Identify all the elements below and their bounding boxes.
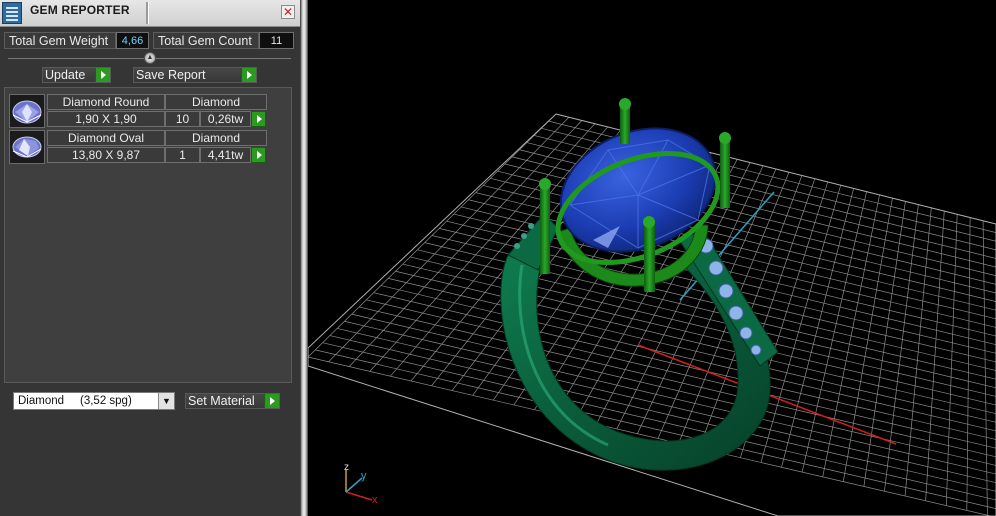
gem-material: Diamond — [165, 94, 267, 110]
material-select-value: Diamond (3,52 spg) — [18, 395, 132, 407]
collapse-toggle-icon[interactable]: ▲ — [144, 52, 156, 64]
save-report-button-label: Save Report — [136, 68, 206, 82]
gem-count: 10 — [165, 111, 200, 127]
update-button[interactable]: Update — [42, 67, 111, 83]
gem-weight: 4,41tw — [200, 147, 251, 163]
save-report-button[interactable]: Save Report — [133, 67, 257, 83]
axis-indicator: z y x — [344, 462, 378, 506]
gem-row[interactable]: Diamond Oval Diamond 13,80 X 9,87 1 4,41… — [9, 130, 269, 164]
gem-select-play-icon[interactable] — [251, 111, 266, 127]
gem-size: 13,80 X 9,87 — [47, 147, 165, 163]
gem-name: Diamond Oval — [47, 130, 165, 146]
update-button-label: Update — [45, 68, 86, 82]
title-separator — [146, 2, 149, 24]
axis-y-label: y — [361, 470, 367, 482]
oval-gem-icon — [9, 130, 45, 164]
gem-name: Diamond Round — [47, 94, 165, 110]
total-gem-count-label: Total Gem Count — [153, 32, 259, 49]
update-play-icon — [95, 68, 110, 82]
gem-size: 1,90 X 1,90 — [47, 111, 165, 127]
ring-model[interactable] — [500, 98, 779, 471]
gem-material: Diamond — [165, 130, 267, 146]
round-gem-icon — [9, 94, 45, 128]
gem-reporter-app-icon — [2, 2, 22, 24]
window-title: GEM REPORTER — [30, 3, 130, 17]
3d-viewport[interactable]: z y x — [308, 0, 996, 516]
close-icon[interactable]: ✕ — [281, 5, 295, 19]
save-report-play-icon — [241, 68, 256, 82]
total-gem-weight-label: Total Gem Weight — [4, 32, 116, 49]
total-gem-weight-value: 4,66 — [116, 32, 149, 49]
gem-count: 1 — [165, 147, 200, 163]
gem-reporter-panel: GEM REPORTER ✕ Total Gem Weight 4,66 Tot… — [0, 0, 300, 516]
title-bar[interactable]: GEM REPORTER ✕ — [0, 0, 300, 27]
set-material-button[interactable]: Set Material — [185, 393, 280, 409]
axis-z-label: z — [344, 462, 349, 473]
panel-divider[interactable] — [300, 0, 308, 516]
set-material-play-icon — [264, 394, 279, 408]
gem-weight: 0,26tw — [200, 111, 251, 127]
chevron-down-icon[interactable]: ▼ — [158, 393, 174, 409]
gem-select-play-icon[interactable] — [251, 147, 266, 163]
axis-x-label: x — [372, 494, 378, 506]
set-material-button-label: Set Material — [188, 394, 255, 408]
material-select[interactable]: Diamond (3,52 spg) ▼ — [13, 392, 175, 410]
total-gem-count-value: 11 — [259, 32, 294, 49]
gem-row[interactable]: Diamond Round Diamond 1,90 X 1,90 10 0,2… — [9, 94, 269, 128]
